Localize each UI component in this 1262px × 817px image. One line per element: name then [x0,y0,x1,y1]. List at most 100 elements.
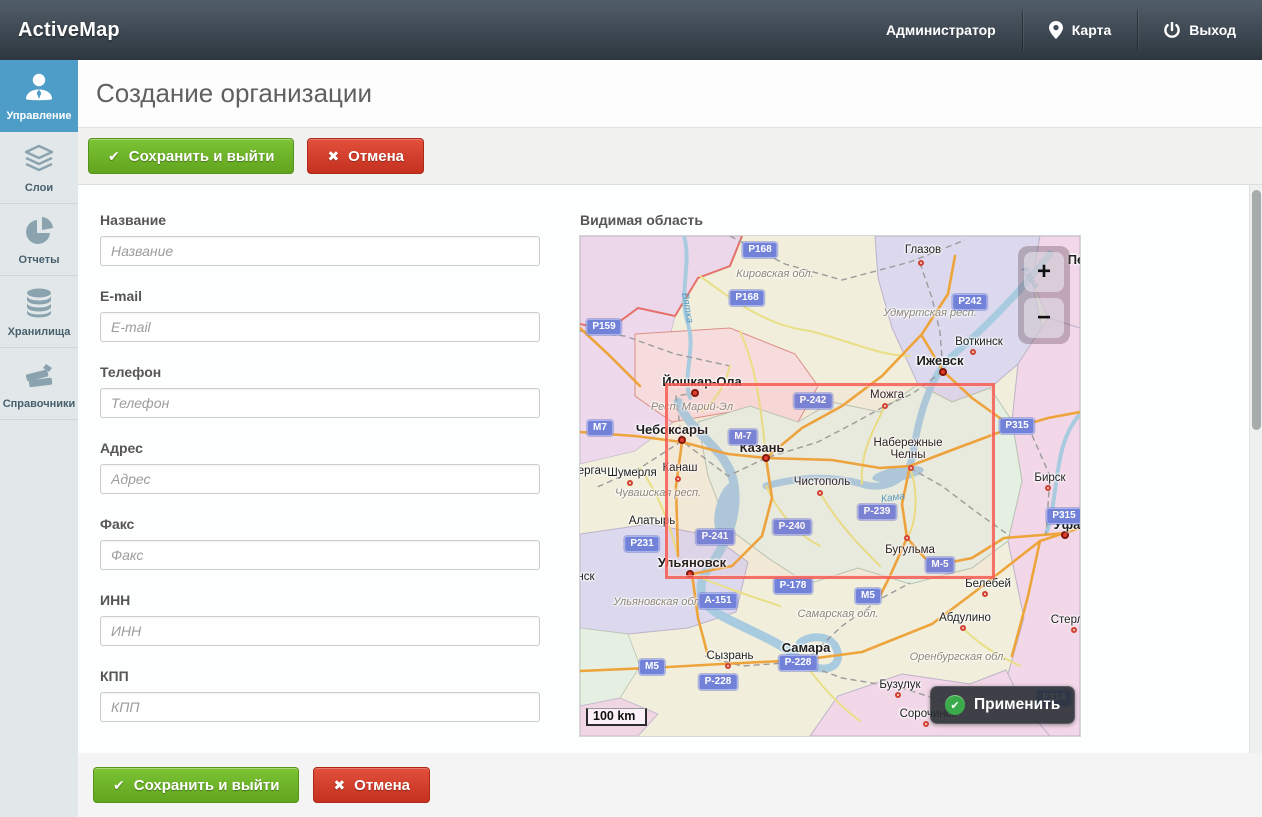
map-apply-button[interactable]: ✔ Применить [930,686,1075,724]
visible-area-section: Видимая область [580,212,1080,736]
sidebar: Управление Слои Отчеты Хранилища Справоч… [0,60,78,817]
app-header: ActiveMap Администратор Карта Выход [0,0,1262,60]
phone-label: Телефон [100,364,540,380]
field-group-name: Название [100,212,540,266]
map-road-badge: Р159 [586,319,621,335]
zoom-out-button[interactable]: − [1024,298,1064,338]
map-city-label: Самара [782,641,831,655]
field-group-kpp: КПП [100,668,540,722]
sidebar-item-label: Отчеты [18,254,59,266]
save-button-label: Сохранить и выйти [129,148,275,165]
map-city-dot [960,625,966,631]
map-road-badge: А-151 [698,593,737,609]
cancel-button[interactable]: ✖ Отмена [307,138,424,174]
top-toolbar: ✔ Сохранить и выйти ✖ Отмена [78,128,1262,185]
kpp-input[interactable] [100,692,540,722]
save-and-exit-button-bottom[interactable]: ✔ Сохранить и выйти [93,767,299,803]
sidebar-item-layers[interactable]: Слои [0,132,78,204]
bottom-toolbar: ✔ Сохранить и выйти ✖ Отмена [78,753,1262,817]
sidebar-item-reports[interactable]: Отчеты [0,204,78,276]
field-group-email: E-mail [100,288,540,342]
header-user-label: Администратор [886,22,996,38]
map-city-label: Сызрань [707,650,754,662]
sidebar-item-management[interactable]: Управление [0,60,78,132]
map-road-badge: Р-228 [779,655,818,671]
field-group-inn: ИНН [100,592,540,646]
check-circle-icon: ✔ [945,695,965,715]
check-icon: ✔ [108,148,120,165]
map-city-label: Абдулино [939,612,991,624]
map-road-badge: Р231 [624,536,659,552]
map-city-label: нск [580,571,595,583]
field-group-phone: Телефон [100,364,540,418]
map-road-badge: М5 [855,588,881,604]
map-city-label: Ижевск [916,354,963,368]
cancel-button-label: Отмена [348,148,404,165]
header-user[interactable]: Администратор [860,0,1022,60]
map-road-badge: Р168 [742,242,777,258]
sidebar-item-label: Справочники [3,398,76,410]
title-row: Создание организации [78,60,1262,128]
map-road-badge: Р242 [952,294,987,310]
map-zoom-controls: + − [1018,246,1070,344]
panel-scrollbar-thumb[interactable] [1252,190,1261,430]
header-map-link[interactable]: Карта [1023,0,1138,60]
map-city-dot [725,663,731,669]
map-city-dot [939,368,947,376]
email-label: E-mail [100,288,540,304]
brand-logo: ActiveMap [0,19,120,42]
user-icon [22,70,56,104]
map-city-dot [895,692,901,698]
database-icon [22,286,56,320]
inn-input[interactable] [100,616,540,646]
map-city-label: Сергач [580,465,607,477]
map-selection-rect[interactable] [665,383,995,579]
panel-scrollbar-track[interactable] [1249,185,1262,753]
map-city-dot [982,591,988,597]
sidebar-item-label: Слои [25,182,53,194]
map-region-label: Ульяновская обл. [613,596,702,608]
map-road-badge: Р315 [1046,508,1080,524]
map-city-dot [1071,627,1077,633]
sidebar-item-storages[interactable]: Хранилища [0,276,78,348]
phone-input[interactable] [100,388,540,418]
inn-label: ИНН [100,592,540,608]
header-nav: Администратор Карта Выход [860,0,1262,60]
zoom-in-button[interactable]: + [1024,252,1064,292]
map-city-label: Бирск [1034,472,1065,484]
map-city-label: Бузулук [879,679,920,691]
map-region-label: Оренбургская обл. [910,651,1007,663]
header-logout-label: Выход [1189,22,1236,38]
kpp-label: КПП [100,668,540,684]
email-input[interactable] [100,312,540,342]
save-and-exit-button[interactable]: ✔ Сохранить и выйти [88,138,294,174]
apply-button-label: Применить [974,696,1060,714]
map-pin-icon [1049,21,1063,39]
map-road-badge: М5 [639,659,665,675]
field-group-address: Адрес [100,440,540,494]
fax-input[interactable] [100,540,540,570]
layers-icon [22,142,56,176]
map-canvas[interactable]: ГлазовПеВоткинскИжевскМожгаЙошкар-ОлаЧеб… [580,236,1080,736]
cancel-button-bottom[interactable]: ✖ Отмена [313,767,430,803]
header-logout[interactable]: Выход [1138,0,1262,60]
sidebar-item-directories[interactable]: Справочники [0,348,78,420]
x-icon: ✖ [333,777,345,794]
map-road-badge: М7 [587,420,613,436]
map-river-label: Вятка [679,292,695,324]
books-icon [22,358,56,392]
organization-form: Название E-mail Телефон Адрес Факс ИНН [100,212,540,744]
page-title: Создание организации [96,78,372,109]
header-map-label: Карта [1072,22,1112,38]
map-road-badge: Р168 [729,290,764,306]
map-city-dot [970,349,976,355]
sidebar-item-label: Хранилища [8,326,71,338]
map-city-dot [1061,531,1069,539]
map-city-label: Стерлита [1051,614,1080,626]
map-city-label: Воткинск [955,336,1003,348]
map-city-label: Белебей [965,578,1011,590]
map-road-badge: Р-178 [774,578,813,594]
address-input[interactable] [100,464,540,494]
field-group-fax: Факс [100,516,540,570]
name-input[interactable] [100,236,540,266]
